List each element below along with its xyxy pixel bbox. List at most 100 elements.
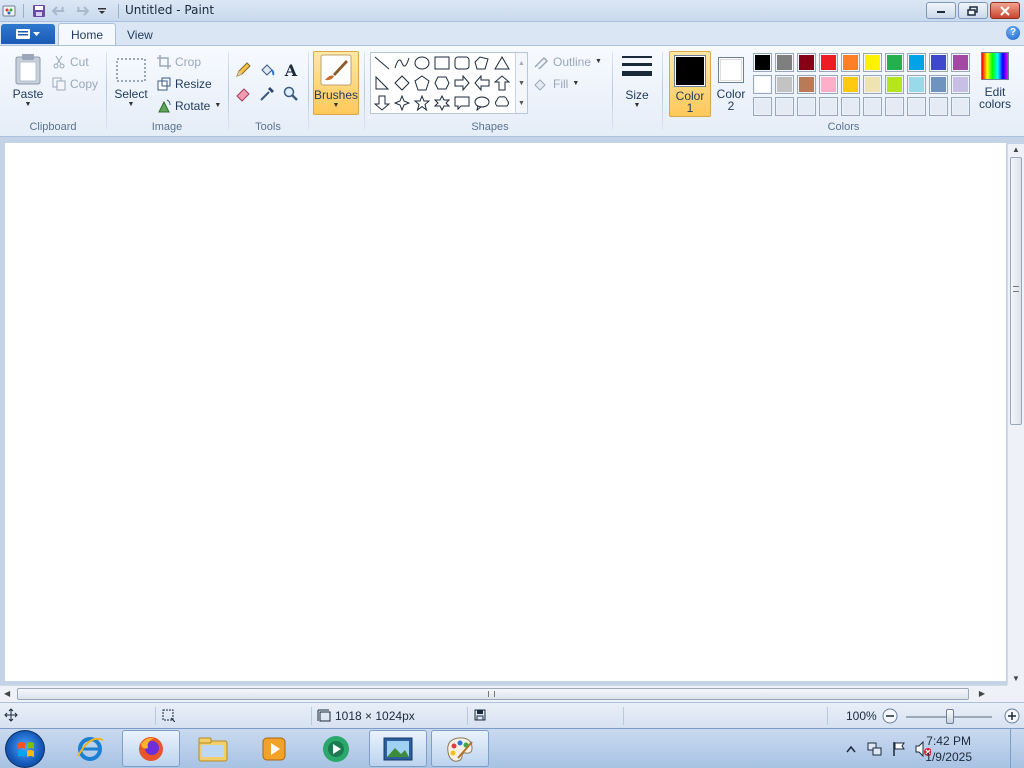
tab-view[interactable]: View [115, 23, 165, 46]
gallery-down-icon[interactable]: ▼ [518, 80, 525, 87]
scroll-right-icon[interactable]: ▶ [979, 689, 985, 698]
custom-color-slot[interactable] [775, 97, 794, 116]
palette-color-swatch[interactable] [929, 53, 948, 72]
palette-color-swatch[interactable] [863, 75, 882, 94]
up-arrow-shape-icon[interactable] [493, 74, 511, 92]
five-point-star-shape-icon[interactable] [413, 94, 431, 112]
edit-colors-button[interactable]: Edit colors [975, 52, 1015, 110]
file-explorer-icon[interactable] [184, 730, 242, 767]
scroll-left-icon[interactable]: ◀ [4, 689, 10, 698]
zoom-out-icon[interactable] [882, 708, 898, 724]
tab-home[interactable]: Home [58, 23, 117, 46]
triangle-shape-icon[interactable] [493, 54, 511, 72]
down-arrow-shape-icon[interactable] [373, 94, 391, 112]
palette-color-swatch[interactable] [863, 53, 882, 72]
rounded-rectangle-shape-icon[interactable] [453, 54, 471, 72]
redo-icon[interactable] [72, 2, 90, 20]
palette-color-swatch[interactable] [753, 53, 772, 72]
vertical-scrollbar[interactable]: ▲ ▼ [1007, 144, 1024, 685]
show-desktop-button[interactable] [1010, 729, 1024, 768]
rotate-button[interactable]: Rotate ▼ [157, 99, 221, 113]
crop-button[interactable]: Crop [157, 55, 201, 69]
custom-color-slot[interactable] [797, 97, 816, 116]
color1-button[interactable]: Color 1 [669, 51, 711, 117]
palette-color-swatch[interactable] [775, 75, 794, 94]
drawing-canvas[interactable] [5, 143, 1006, 681]
customize-qat-icon[interactable] [93, 2, 111, 20]
horizontal-scrollbar[interactable]: ◀ ▶ [0, 685, 1007, 702]
select-button[interactable]: Select ▼ [113, 57, 149, 109]
start-button[interactable] [5, 730, 45, 768]
oval-callout-shape-icon[interactable] [473, 94, 491, 112]
media-player-icon[interactable] [245, 730, 303, 767]
size-button[interactable]: Size ▼ [618, 54, 656, 110]
hexagon-shape-icon[interactable] [433, 74, 451, 92]
palette-color-swatch[interactable] [907, 75, 926, 94]
six-point-star-shape-icon[interactable] [433, 94, 451, 112]
gallery-up-icon[interactable]: ▲ [518, 60, 525, 67]
save-icon[interactable] [30, 2, 48, 20]
paint-app-icon[interactable] [0, 2, 18, 20]
custom-color-slot[interactable] [907, 97, 926, 116]
rectangle-shape-icon[interactable] [433, 54, 451, 72]
copy-button[interactable]: Copy [52, 77, 98, 91]
palette-color-swatch[interactable] [819, 75, 838, 94]
paint-icon[interactable] [431, 730, 489, 767]
scroll-down-icon[interactable]: ▼ [1012, 674, 1020, 683]
palette-color-swatch[interactable] [929, 75, 948, 94]
help-icon[interactable]: ? [1006, 26, 1020, 40]
palette-color-swatch[interactable] [885, 75, 904, 94]
right-arrow-shape-icon[interactable] [453, 74, 471, 92]
gallery-expand-icon[interactable]: ▼ [518, 100, 525, 107]
palette-color-swatch[interactable] [753, 75, 772, 94]
custom-color-slot[interactable] [885, 97, 904, 116]
text-icon[interactable]: A [281, 60, 301, 80]
oval-shape-icon[interactable] [413, 54, 431, 72]
network-icon[interactable] [867, 741, 883, 757]
curve-shape-icon[interactable] [393, 54, 411, 72]
custom-color-slot[interactable] [841, 97, 860, 116]
minimize-icon[interactable] [926, 2, 956, 19]
custom-color-slot[interactable] [819, 97, 838, 116]
scroll-up-icon[interactable]: ▲ [1012, 145, 1020, 154]
custom-color-slot[interactable] [863, 97, 882, 116]
palette-color-swatch[interactable] [951, 53, 970, 72]
firefox-icon[interactable] [122, 730, 180, 767]
polygon-shape-icon[interactable] [473, 54, 491, 72]
shapes-gallery-scroll[interactable]: ▲ ▼ ▼ [515, 53, 527, 113]
rectangle-callout-shape-icon[interactable] [453, 94, 471, 112]
cloud-callout-shape-icon[interactable] [493, 94, 511, 112]
media-center-icon[interactable] [307, 730, 365, 767]
color-picker-icon[interactable] [257, 84, 277, 104]
fill-button[interactable]: Fill ▼ [533, 77, 579, 91]
palette-color-swatch[interactable] [907, 53, 926, 72]
palette-color-swatch[interactable] [775, 53, 794, 72]
cut-button[interactable]: Cut [52, 55, 89, 69]
magnifier-icon[interactable] [281, 84, 301, 104]
custom-color-slot[interactable] [753, 97, 772, 116]
left-arrow-shape-icon[interactable] [473, 74, 491, 92]
palette-color-swatch[interactable] [797, 75, 816, 94]
brushes-button[interactable]: Brushes ▼ [313, 51, 359, 115]
photo-viewer-icon[interactable] [369, 730, 427, 767]
palette-color-swatch[interactable] [841, 53, 860, 72]
show-hidden-icons[interactable] [843, 741, 859, 757]
action-center-flag-icon[interactable] [891, 741, 907, 757]
pentagon-shape-icon[interactable] [413, 74, 431, 92]
paint-menu-button[interactable] [1, 24, 55, 44]
eraser-icon[interactable] [233, 84, 253, 104]
diamond-shape-icon[interactable] [393, 74, 411, 92]
system-clock[interactable]: 7:42 PM 1/9/2025 [925, 733, 972, 765]
fill-bucket-icon[interactable] [257, 60, 277, 80]
outline-button[interactable]: Outline ▼ [533, 55, 602, 69]
paste-button[interactable]: Paste ▼ [8, 53, 48, 109]
custom-color-slot[interactable] [929, 97, 948, 116]
color2-button[interactable]: Color 2 [715, 54, 747, 112]
palette-color-swatch[interactable] [841, 75, 860, 94]
pencil-icon[interactable] [233, 60, 253, 80]
line-shape-icon[interactable] [373, 54, 391, 72]
resize-button[interactable]: Resize [157, 77, 212, 91]
palette-color-swatch[interactable] [885, 53, 904, 72]
horizontal-scroll-thumb[interactable] [17, 688, 969, 700]
restore-icon[interactable] [958, 2, 988, 19]
